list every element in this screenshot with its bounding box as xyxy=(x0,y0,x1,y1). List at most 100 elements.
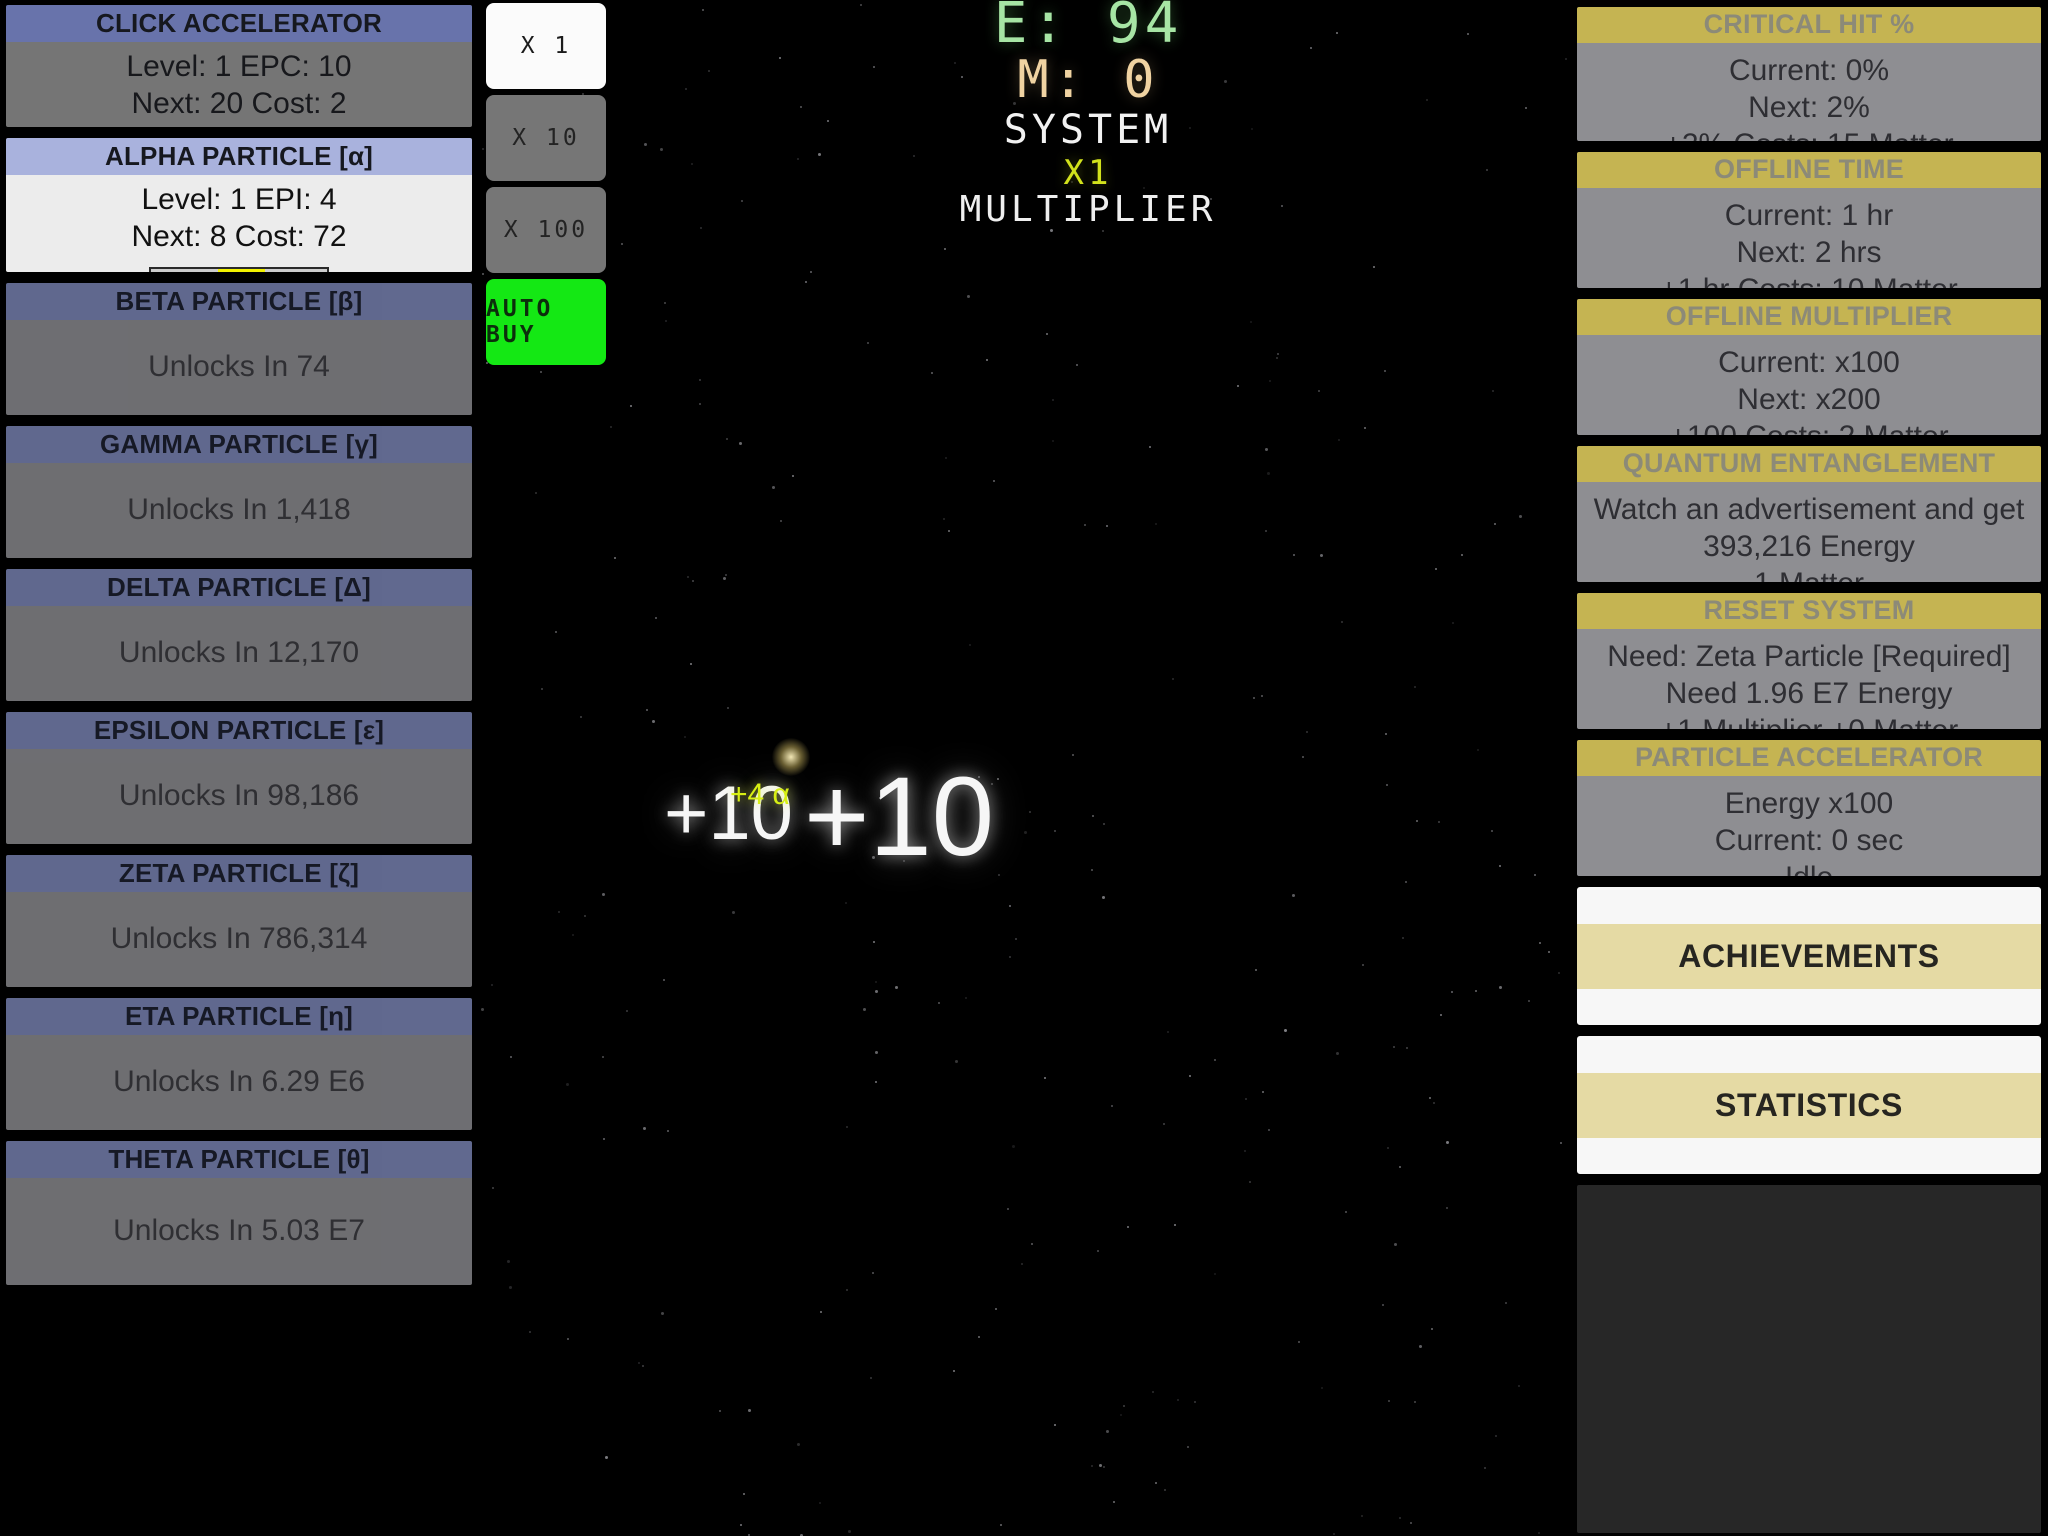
upgrade-line: Level: 1 EPI: 4 xyxy=(141,183,337,216)
upgrade-title-gamma-particle: GAMMA PARTICLE [γ] xyxy=(6,426,472,463)
system-body-critical-hit: Current: 0% Next: 2% +2% Costs: 15 Matter xyxy=(1577,43,2041,141)
upgrade-card-zeta-particle[interactable]: ZETA PARTICLE [ζ] Unlocks In 786,314 xyxy=(3,852,475,990)
buy-multiplier-label: X 1 xyxy=(520,33,572,59)
upgrade-card-epsilon-particle[interactable]: EPSILON PARTICLE [ε] Unlocks In 98,186 xyxy=(3,709,475,847)
achievements-label: ACHIEVEMENTS xyxy=(1678,937,1940,974)
system-line: Current: 1 hr xyxy=(1724,199,1894,232)
upgrade-card-click-accelerator[interactable]: CLICK ACCELERATOR Level: 1 EPC: 10 Next: 2… xyxy=(3,2,475,130)
click-popup-right: +10 xyxy=(804,754,994,879)
system-card-quantum-entanglement[interactable]: QUANTUM ENTANGLEMENT Watch an advertiseme… xyxy=(1574,443,2044,585)
system-line: Next: x200 xyxy=(1737,383,1881,416)
upgrade-title-eta-particle: ETA PARTICLE [η] xyxy=(6,998,472,1035)
sidebar-bottom-spacer xyxy=(1574,1182,2044,1536)
system-line: Next: 2% xyxy=(1748,91,1870,124)
upgrade-title-alpha-particle: ALPHA PARTICLE [α] xyxy=(6,138,472,175)
energy-readout: E: 94 xyxy=(993,0,1183,56)
system-title-offline-time: OFFLINE TIME xyxy=(1577,152,2041,188)
buy-multiplier-auto-button[interactable]: AUTO BUY xyxy=(486,279,606,365)
upgrade-body-zeta-particle: Unlocks In 786,314 xyxy=(6,892,472,987)
buy-multiplier-label: X 100 xyxy=(503,217,589,243)
center-hud: E: 94 M: 0 SYSTEM X1 MULTIPLIER +10 +4 α… xyxy=(606,0,1570,1536)
upgrade-line: Next: 8 Cost: 72 xyxy=(131,219,347,253)
buy-multiplier-label: AUTO BUY xyxy=(486,296,554,348)
upgrade-title-theta-particle: THETA PARTICLE [θ] xyxy=(6,1141,472,1178)
upgrade-progress-bar-alpha-particle xyxy=(149,266,329,272)
matter-readout: M: 0 xyxy=(1017,50,1159,110)
upgrade-card-beta-particle[interactable]: BETA PARTICLE [β] Unlocks In 74 xyxy=(3,280,475,418)
buy-multiplier-x1-button[interactable]: X 1 xyxy=(486,3,606,89)
system-body-quantum-entanglement: Watch an advertisement and get 393,216 En… xyxy=(1577,482,2041,585)
system-line: +100 Costs: 2 Matter xyxy=(1669,420,1949,438)
statistics-button[interactable]: STATISTICS xyxy=(1574,1033,2044,1177)
upgrade-line: x2 Click Multiplier In 89 xyxy=(85,124,393,127)
upgrade-body-theta-particle: Unlocks In 5.03 E7 xyxy=(6,1178,472,1285)
upgrade-line: Level: 1 EPC: 10 xyxy=(126,50,352,83)
system-title-particle-accelerator: PARTICLE ACCELERATOR xyxy=(1577,740,2041,776)
upgrade-line: Next: 20 Cost: 2 xyxy=(131,86,347,120)
upgrade-line: Unlocks In 6.29 E6 xyxy=(113,1065,365,1099)
system-line: Need: Zeta Particle [Required] xyxy=(1607,640,2011,673)
upgrade-card-alpha-particle[interactable]: ALPHA PARTICLE [α] Level: 1 EPI: 4 Next: 8… xyxy=(3,135,475,275)
system-card-particle-accelerator[interactable]: PARTICLE ACCELERATOR Energy x100 Current: … xyxy=(1574,737,2044,879)
upgrade-card-eta-particle[interactable]: ETA PARTICLE [η] Unlocks In 6.29 E6 xyxy=(3,995,475,1133)
system-line: +2% Costs: 15 Matter xyxy=(1664,127,1953,141)
system-body-offline-time: Current: 1 hr Next: 2 hrs +1 hr Costs: 10 … xyxy=(1577,188,2041,291)
buy-multiplier-button-group: X 1 X 10 X 100 AUTO BUY xyxy=(486,3,606,365)
upgrade-title-delta-particle: DELTA PARTICLE [Δ] xyxy=(6,569,472,606)
particle-orb-icon xyxy=(772,738,810,776)
system-line: Watch an advertisement and get xyxy=(1593,493,2025,526)
system-line: Energy x100 xyxy=(1724,787,1894,820)
system-line: Idle xyxy=(1784,861,1834,879)
upgrade-line: Unlocks In 1,418 xyxy=(127,493,351,527)
statistics-band: STATISTICS xyxy=(1577,1072,2041,1138)
system-label: SYSTEM xyxy=(1003,107,1173,153)
achievements-button[interactable]: ACHIEVEMENTS xyxy=(1574,884,2044,1028)
upgrade-body-epsilon-particle: Unlocks In 98,186 xyxy=(6,749,472,844)
click-popup-left: +10 xyxy=(664,771,793,856)
system-card-offline-multiplier[interactable]: OFFLINE MULTIPLIER Current: x100 Next: x20… xyxy=(1574,296,2044,438)
upgrade-line: Unlocks In 786,314 xyxy=(110,922,368,956)
upgrade-card-theta-particle[interactable]: THETA PARTICLE [θ] Unlocks In 5.03 E7 xyxy=(3,1138,475,1288)
upgrade-body-alpha-particle: Level: 1 EPI: 4 Next: 8 Cost: 72 xyxy=(6,175,472,272)
resource-readout: E: 94 M: 0 SYSTEM X1 MULTIPLIER xyxy=(606,0,1570,228)
system-line: 393,216 Energy xyxy=(1703,530,1915,563)
system-line: Current: x100 xyxy=(1718,346,1900,379)
system-body-particle-accelerator: Energy x100 Current: 0 sec Idle xyxy=(1577,776,2041,879)
system-body-offline-multiplier: Current: x100 Next: x200 +100 Costs: 2 Mat… xyxy=(1577,335,2041,438)
system-line: Current: 0 sec xyxy=(1714,824,1904,857)
upgrade-title-epsilon-particle: EPSILON PARTICLE [ε] xyxy=(6,712,472,749)
upgrade-title-beta-particle: BETA PARTICLE [β] xyxy=(6,283,472,320)
system-line: Current: 0% xyxy=(1728,54,1890,87)
system-title-reset-system: RESET SYSTEM xyxy=(1577,593,2041,629)
systems-sidebar: CRITICAL HIT % Current: 0% Next: 2% +2% Cos… xyxy=(1570,0,2048,1536)
system-line: +1 hr Costs: 10 Matter xyxy=(1660,273,1958,291)
system-line: Next: 2 hrs xyxy=(1736,236,1882,269)
upgrade-title-zeta-particle: ZETA PARTICLE [ζ] xyxy=(6,855,472,892)
multiplier-value: X1 xyxy=(1063,153,1113,193)
multiplier-label: MULTIPLIER xyxy=(959,189,1217,230)
buy-multiplier-x10-button[interactable]: X 10 xyxy=(486,95,606,181)
upgrade-line: Unlocks In 5.03 E7 xyxy=(113,1214,365,1248)
system-card-reset-system[interactable]: RESET SYSTEM Need: Zeta Particle [Require… xyxy=(1574,590,2044,732)
statistics-label: STATISTICS xyxy=(1715,1086,1903,1123)
upgrade-card-delta-particle[interactable]: DELTA PARTICLE [Δ] Unlocks In 12,170 xyxy=(3,566,475,704)
system-title-quantum-entanglement: QUANTUM ENTANGLEMENT xyxy=(1577,446,2041,482)
buy-multiplier-x100-button[interactable]: X 100 xyxy=(486,187,606,273)
system-line: +1 Multiplier +0 Matter xyxy=(1659,714,1959,732)
system-card-critical-hit[interactable]: CRITICAL HIT % Current: 0% Next: 2% +2% Cos… xyxy=(1574,4,2044,144)
system-body-reset-system: Need: Zeta Particle [Required] Need 1.96 … xyxy=(1577,629,2041,732)
system-card-offline-time[interactable]: OFFLINE TIME Current: 1 hr Next: 2 hrs +1 h… xyxy=(1574,149,2044,291)
upgrade-card-gamma-particle[interactable]: GAMMA PARTICLE [γ] Unlocks In 1,418 xyxy=(3,423,475,561)
upgrade-body-eta-particle: Unlocks In 6.29 E6 xyxy=(6,1035,472,1130)
upgrade-body-beta-particle: Unlocks In 74 xyxy=(6,320,472,415)
buy-multiplier-label: X 10 xyxy=(512,125,580,151)
upgrade-body-gamma-particle: Unlocks In 1,418 xyxy=(6,463,472,558)
upgrade-line: Unlocks In 74 xyxy=(148,350,330,384)
system-title-critical-hit: CRITICAL HIT % xyxy=(1577,7,2041,43)
progress-fill xyxy=(217,268,266,272)
achievements-band: ACHIEVEMENTS xyxy=(1577,923,2041,989)
system-line: 1 Matter xyxy=(1753,567,1865,585)
click-popup-alpha: +4 α xyxy=(730,778,790,811)
upgrades-sidebar: CLICK ACCELERATOR Level: 1 EPC: 10 Next: 2… xyxy=(0,0,478,1536)
upgrade-line: Unlocks In 12,170 xyxy=(118,636,360,670)
